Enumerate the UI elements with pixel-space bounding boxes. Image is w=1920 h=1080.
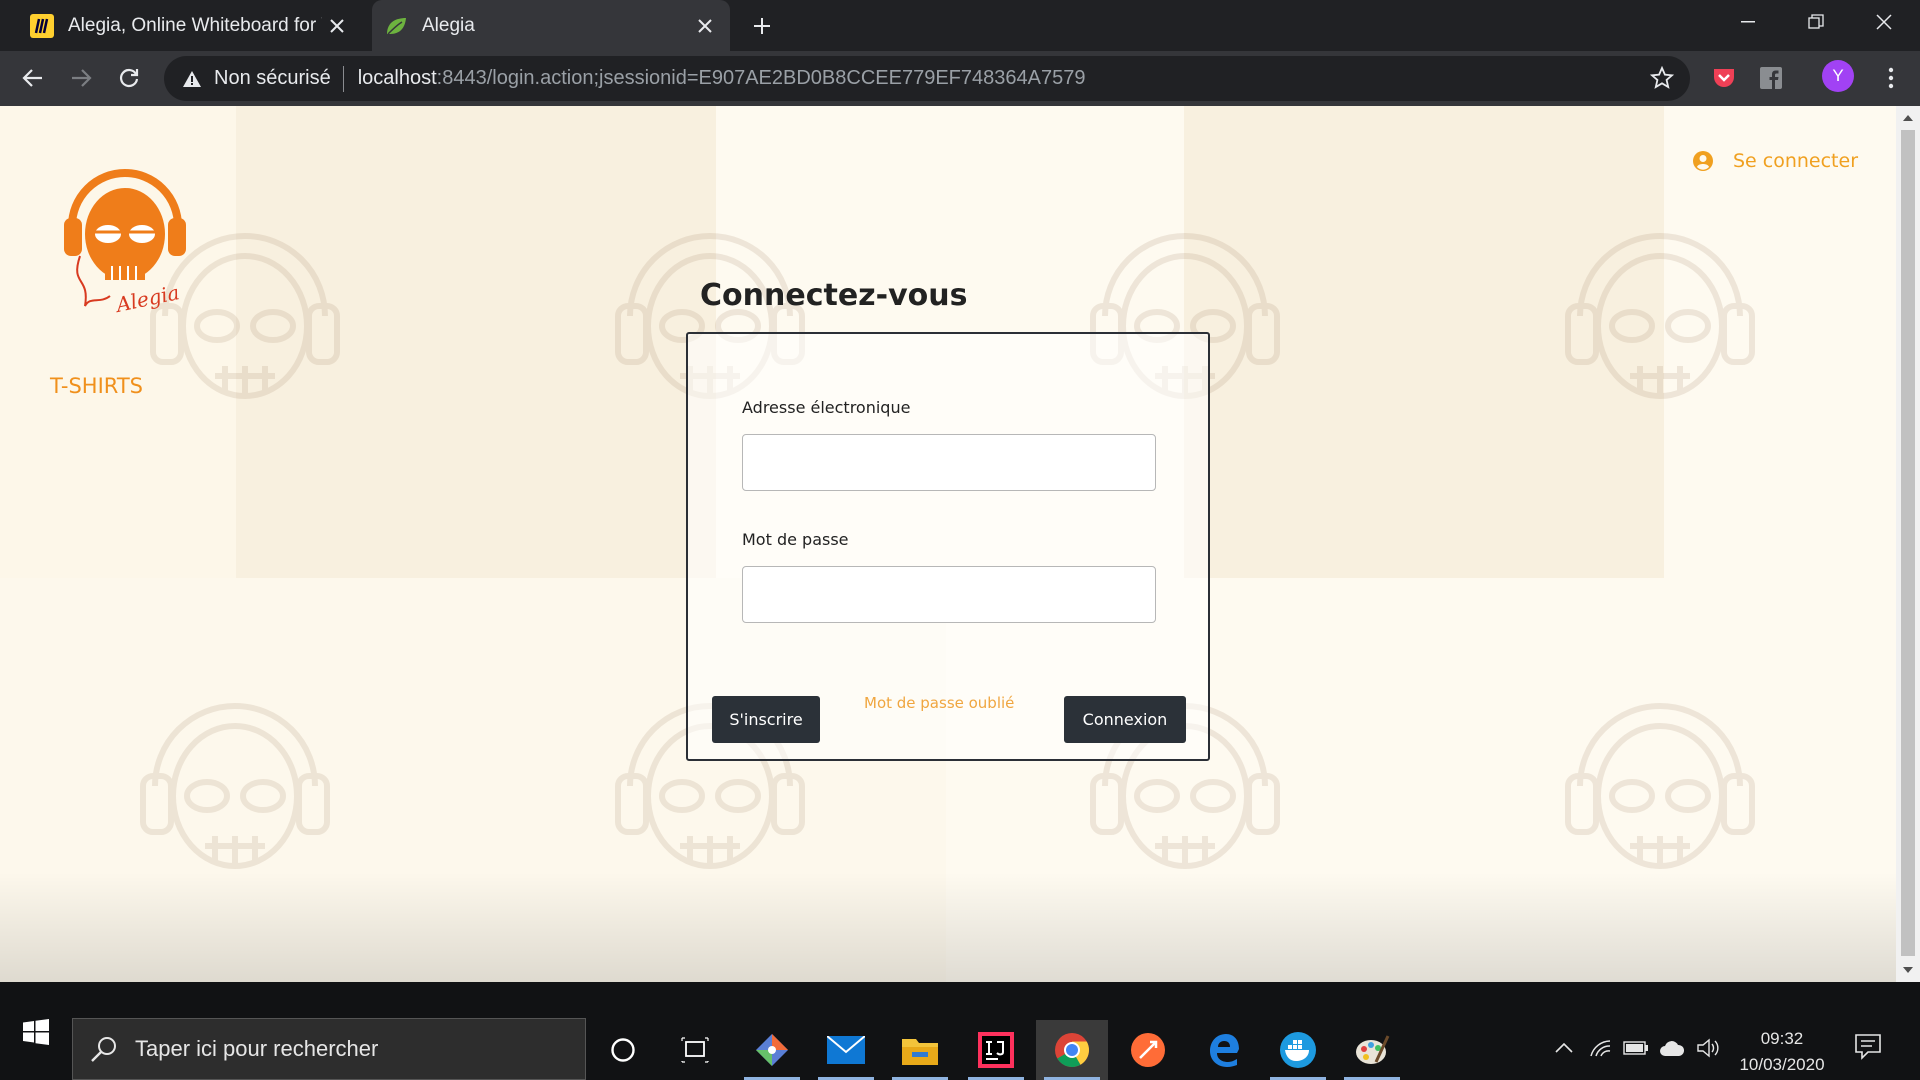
chevron-up-icon[interactable] [1550,1034,1578,1062]
mail-icon[interactable] [810,1020,882,1080]
battery-icon[interactable] [1622,1034,1650,1062]
login-form: Adresse électronique Mot de passe S'insc… [686,332,1210,761]
clock-time: 09:32 [1760,1029,1804,1048]
tab-strip: Alegia, Online Whiteboard for Vi Alegia [0,0,1920,51]
taskbar-search-box[interactable]: Taper ici pour rechercher [72,1018,586,1080]
task-view-icon[interactable] [659,1020,731,1080]
tab-alegia[interactable]: Alegia [372,0,730,51]
system-clock[interactable]: 09:32 10/03/2020 [1732,1026,1832,1078]
miro-icon [30,13,54,38]
paint-icon[interactable] [1336,1020,1408,1080]
windows-taskbar: Taper ici pour rechercher 09:32 10/03/20… [0,982,1920,1080]
new-tab-button[interactable] [746,10,778,42]
tab-miro[interactable]: Alegia, Online Whiteboard for Vi [18,0,362,51]
alegia-logo[interactable]: Alegia [60,156,190,321]
user-circle-icon [1692,151,1713,171]
tab-title: Alegia [422,14,475,36]
bookmark-star-icon[interactable] [1649,65,1675,90]
address-bar[interactable]: Non sécurisé localhost:8443/login.action… [164,56,1690,101]
nav-tshirts-link[interactable]: T-SHIRTS [50,374,143,398]
minimize-icon[interactable] [1714,0,1782,44]
facebook-extension-icon[interactable] [1756,63,1786,93]
sign-in-label: Se connecter [1732,150,1858,172]
postman-icon[interactable] [1112,1020,1184,1080]
clock-date: 10/03/2020 [1739,1055,1825,1074]
notification-center-icon[interactable] [1854,1032,1886,1064]
restore-icon[interactable] [1782,0,1850,44]
email-field[interactable] [742,434,1156,491]
pocket-extension-icon[interactable] [1709,63,1739,93]
chrome-menu-icon[interactable] [1876,63,1906,93]
password-field[interactable] [742,566,1156,623]
chrome-icon[interactable] [1036,1020,1108,1080]
onedrive-icon[interactable] [1658,1034,1686,1062]
search-placeholder: Taper ici pour rechercher [135,1036,379,1061]
browser-toolbar: Non sécurisé localhost:8443/login.action… [0,51,1920,106]
close-tab-icon[interactable] [322,11,352,41]
password-label: Mot de passe [742,530,849,549]
sign-in-link[interactable]: Se connecter [1692,150,1858,172]
search-icon [91,1037,116,1062]
scrollbar-thumb[interactable] [1901,130,1915,956]
url-path: :8443/login.action;jsessionid=E907AE2BD0… [436,67,1086,89]
volume-icon[interactable] [1694,1034,1722,1062]
close-tab-icon[interactable] [690,11,720,41]
intellij-icon[interactable] [960,1020,1032,1080]
page-scrollbar[interactable] [1896,106,1920,982]
signup-button[interactable]: S'inscrire [712,696,820,743]
security-status[interactable]: Non sécurisé [214,67,331,90]
page-title: Connectez-vous [700,278,968,313]
wifi-icon[interactable] [1586,1034,1614,1062]
git-app-icon[interactable] [736,1020,808,1080]
forgot-password-link[interactable]: Mot de passe oublié [864,694,1014,712]
spring-leaf-icon [384,14,408,38]
skull-watermark [1565,233,1755,399]
reload-icon[interactable] [110,59,148,97]
web-page: Alegia T-SHIRTS Se connecter Connectez-v… [0,106,1896,982]
logo-wordmark: Alegia [112,280,181,317]
bottom-shadow [0,872,1896,982]
cortana-icon[interactable] [587,1020,659,1080]
back-arrow-icon[interactable] [14,59,52,97]
edge-icon[interactable] [1188,1020,1260,1080]
windows-start-icon[interactable] [8,1000,64,1064]
login-button[interactable]: Connexion [1064,696,1186,743]
file-explorer-icon[interactable] [884,1020,956,1080]
tab-title: Alegia, Online Whiteboard for Vi [68,14,322,36]
close-window-icon[interactable] [1850,0,1918,44]
warning-triangle-icon[interactable] [180,67,204,91]
scroll-up-icon[interactable] [1902,112,1914,124]
address-separator [342,65,344,92]
docker-icon[interactable] [1262,1020,1334,1080]
url-host: localhost [357,67,437,89]
email-label: Adresse électronique [742,398,911,417]
scroll-down-icon[interactable] [1902,964,1914,976]
profile-avatar[interactable]: Y [1822,60,1854,92]
forward-arrow-icon[interactable] [62,59,100,97]
